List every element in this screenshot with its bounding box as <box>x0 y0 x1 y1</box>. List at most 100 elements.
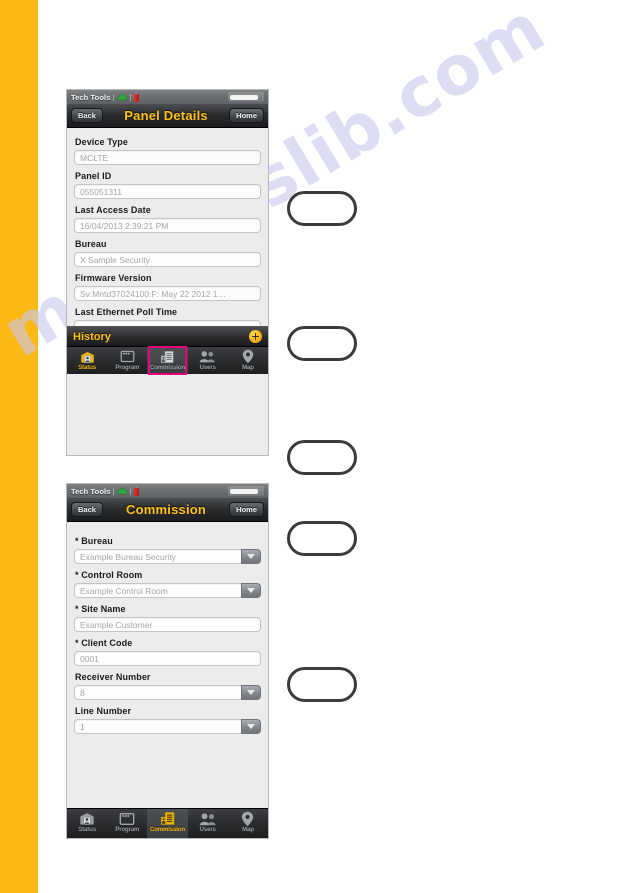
field-control-room: Example Control Room <box>67 583 268 599</box>
tab-program[interactable]: Program <box>107 809 147 838</box>
bureau-select-value[interactable]: Example Bureau Security <box>74 549 241 564</box>
last-access-date-input[interactable]: 16/04/2013 2:39:21 PM <box>74 218 261 233</box>
home-button[interactable]: Home <box>229 107 264 124</box>
tab-status-label: Status <box>78 827 96 833</box>
tab-bar-1: Status Program Commission Users Map <box>67 346 268 375</box>
firmware-version-input[interactable]: Sv:Mntd37024100:F: May 22 2012 1… <box>74 286 261 301</box>
cloud-icon <box>116 487 128 495</box>
field-site-name: Example Customer <box>67 617 268 633</box>
history-title: History <box>73 330 111 343</box>
callout-1 <box>287 191 357 226</box>
commission-icon <box>160 349 175 364</box>
site-name-input[interactable]: Example Customer <box>74 617 261 632</box>
tab-status[interactable]: Status <box>67 809 107 838</box>
field-label-firmware-version: Firmware Version <box>75 273 152 283</box>
control-room-dropdown-button[interactable] <box>241 583 261 598</box>
bureau-input[interactable]: X Sample Security <box>74 252 261 267</box>
battery-level-indicator <box>228 92 264 102</box>
tab-map[interactable]: Map <box>228 347 268 374</box>
tab-commission[interactable]: Commission <box>147 809 188 838</box>
tab-users[interactable]: Users <box>188 347 228 374</box>
field-bureau: X Sample Security <box>67 252 268 268</box>
receiver-number-dropdown-button[interactable] <box>241 685 261 700</box>
map-pin-icon <box>242 349 254 364</box>
commission-icon <box>160 811 176 826</box>
tab-program-label: Program <box>115 827 140 833</box>
back-button[interactable]: Back <box>71 501 103 518</box>
callout-3 <box>287 440 357 475</box>
field-label-panel-id: Panel ID <box>75 171 112 181</box>
home-button[interactable]: Home <box>229 501 264 518</box>
tab-status[interactable]: Status <box>67 347 107 374</box>
tab-map[interactable]: Map <box>228 809 268 838</box>
left-accent-bar <box>0 0 38 893</box>
plus-circle-icon[interactable] <box>249 330 262 343</box>
page-title: Panel Details <box>124 108 208 123</box>
last-ethernet-poll-time-input[interactable] <box>74 320 261 326</box>
battery-icon <box>133 486 139 496</box>
tab-commission[interactable]: Commission <box>147 346 188 375</box>
field-panel-id: 055051311 <box>67 184 268 200</box>
receiver-number-select-value[interactable]: 8 <box>74 685 241 700</box>
tab-commission-label: Commission <box>150 365 186 371</box>
page-canvas: manualslib.com Tech Tools | | Back Panel… <box>0 0 629 893</box>
tab-users[interactable]: Users <box>188 809 228 838</box>
tab-program[interactable]: Program <box>107 347 147 374</box>
control-room-select-value[interactable]: Example Control Room <box>74 583 241 598</box>
chevron-down-icon <box>247 724 255 729</box>
status-separator-4: | <box>129 486 132 496</box>
commission-form: * Bureau Example Bureau Security * Contr… <box>67 522 268 735</box>
tab-status-label: Status <box>78 365 96 371</box>
client-code-input[interactable]: 0001 <box>74 651 261 666</box>
field-label-bureau: Bureau <box>75 239 107 249</box>
chevron-down-icon <box>247 588 255 593</box>
field-label-bureau: * Bureau <box>75 536 113 546</box>
field-label-last-ethernet-poll-time: Last Ethernet Poll Time <box>75 307 178 317</box>
page-title: Commission <box>126 502 207 517</box>
tab-users-label: Users <box>199 827 216 833</box>
device-type-input[interactable]: MCLTE <box>74 150 261 165</box>
field-label-site-name: * Site Name <box>75 604 126 614</box>
field-label-last-access-date: Last Access Date <box>75 205 151 215</box>
tab-commission-label: Commission <box>150 827 186 833</box>
bureau-dropdown-button[interactable] <box>241 549 261 564</box>
users-icon <box>199 349 216 364</box>
status-separator-3: | <box>112 486 115 496</box>
field-bureau: Example Bureau Security <box>67 549 268 565</box>
line-number-select-value[interactable]: 1 <box>74 719 241 734</box>
field-client-code: 0001 <box>67 651 268 667</box>
callout-2 <box>287 326 357 361</box>
screenshot-commission: Tech Tools | | Back Commission Home * Bu… <box>66 483 269 839</box>
field-label-line-number: Line Number <box>75 706 132 716</box>
field-label-device-type: Device Type <box>75 137 128 147</box>
field-label-client-code: * Client Code <box>75 638 133 648</box>
line-number-dropdown-button[interactable] <box>241 719 261 734</box>
tab-map-label: Map <box>242 365 254 371</box>
field-device-type: MCLTE <box>67 150 268 166</box>
chevron-down-icon <box>247 554 255 559</box>
status-separator-2: | <box>129 92 132 102</box>
nav-bar-commission: Back Commission Home <box>67 498 268 522</box>
battery-icon <box>133 92 139 102</box>
program-icon <box>120 349 135 364</box>
chevron-down-icon <box>247 690 255 695</box>
tab-map-label: Map <box>242 827 254 833</box>
nav-bar-panel-details: Back Panel Details Home <box>67 104 268 128</box>
program-icon <box>119 811 135 826</box>
screenshot-panel-details: Tech Tools | | Back Panel Details Home D… <box>66 89 269 456</box>
tab-bar-2: Status Program Commission Users Map <box>67 808 268 838</box>
status-bar-left: Tech Tools | | <box>71 92 139 102</box>
field-firmware-version: Sv:Mntd37024100:F: May 22 2012 1… <box>67 286 268 302</box>
status-separator-1: | <box>112 92 115 102</box>
cloud-icon <box>116 93 128 101</box>
back-button[interactable]: Back <box>71 107 103 124</box>
field-line-number: 1 <box>67 719 268 735</box>
panel-id-input[interactable]: 055051311 <box>74 184 261 199</box>
field-receiver-number: 8 <box>67 685 268 701</box>
app-label-2: Tech Tools <box>71 486 111 496</box>
field-label-control-room: * Control Room <box>75 570 143 580</box>
battery-level-indicator <box>228 486 264 496</box>
app-label: Tech Tools <box>71 92 111 102</box>
callout-5 <box>287 667 357 702</box>
field-label-receiver-number: Receiver Number <box>75 672 151 682</box>
